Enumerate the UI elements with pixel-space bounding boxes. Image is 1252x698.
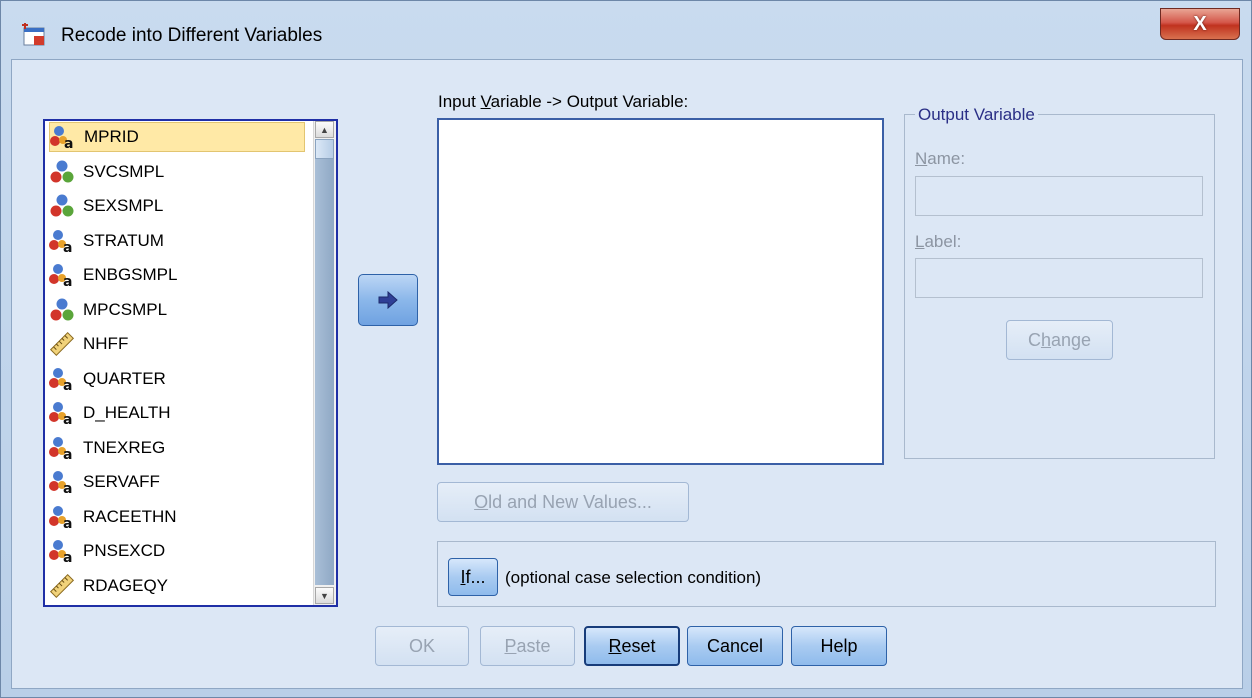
close-button[interactable]: X [1160,8,1240,40]
svg-text:a: a [63,274,72,288]
variable-name: RACEETHN [83,506,177,526]
scale-variable-icon [49,573,75,598]
variable-name: RDAGEQY [83,575,169,595]
variable-list-item[interactable]: SVCSMPL [49,157,305,187]
variable-list-item[interactable]: SEXSMPL [49,191,305,221]
mapping-list-label: Input Variable -> Output Variable: [438,92,689,111]
vertical-scrollbar[interactable]: ▲ ▼ [313,121,336,605]
variable-list-item[interactable]: MPCSMPL [49,295,305,325]
variable-name: STRATUM [83,230,164,250]
title-bar[interactable]: Recode into Different Variables X [1,1,1251,59]
nominal-string-variable-icon: a [49,436,72,461]
scroll-thumb[interactable] [315,139,334,159]
nominal-string-variable-icon: a [49,402,72,426]
nominal-string-variable-icon: a [49,505,72,530]
help-button[interactable]: Help [791,626,887,666]
svg-text:a: a [64,136,73,150]
label-label: Label: [915,232,962,251]
variable-list-item[interactable]: a QUARTER [49,364,305,394]
input-output-mapping-list[interactable] [437,118,884,465]
variable-name: SERVAFF [83,472,160,491]
variable-name: MPCSMPL [83,299,168,319]
variable-list-item[interactable]: a ENBGSMPL [49,260,305,290]
if-button[interactable]: If... [448,558,498,596]
variable-list-item[interactable]: a D_HEALTH [49,398,305,428]
variable-name: QUARTER [83,368,166,388]
scale-variable-icon [49,331,75,357]
nominal-string-variable-icon: a [49,264,72,288]
svg-text:a: a [63,481,72,495]
nominal-string-variable-icon: a [49,540,72,564]
svg-text:a: a [63,550,72,564]
source-variable-list[interactable]: RDAGEQY a PNSEXCD a RACEETHN a SERVAFF a TNEXREG… [43,119,338,607]
variable-name: SVCSMPL [83,161,165,181]
variable-name: NHFF [83,334,129,353]
nominal-string-variable-icon: a [50,126,73,150]
window-title: Recode into Different Variables [61,25,323,46]
svg-text:a: a [63,447,72,461]
variable-name: D_HEALTH [83,403,171,422]
reset-button[interactable]: Reset [584,626,680,666]
close-icon: X [1193,12,1207,35]
nominal-string-variable-icon: a [49,471,72,495]
nominal-variable-icon [50,298,74,320]
svg-text:a: a [63,378,72,392]
nominal-variable-icon [50,160,74,182]
variable-name: PNSEXCD [83,541,166,560]
dialog-window: Recode into Different Variables X RDAGEQ… [0,0,1252,698]
output-name-field[interactable] [915,176,1203,216]
arrow-right-icon [378,291,398,309]
arrow-up-icon: ▲ [320,124,329,135]
nominal-string-variable-icon: a [49,229,72,254]
spss-recode-icon [22,23,45,46]
old-and-new-values-button[interactable]: Old and New Values... [437,482,689,522]
variable-name: TNEXREG [83,437,166,457]
change-button[interactable]: Ch ange [1006,320,1113,360]
variable-list-item[interactable]: a SERVAFF [49,467,305,497]
scroll-down-button[interactable]: ▼ [315,587,334,604]
cancel-button[interactable]: Cancel [687,626,783,666]
variable-list-item[interactable]: NHFF [49,329,305,359]
scroll-up-button[interactable]: ▲ [315,121,334,138]
output-variable-group-title: Output Variable [915,105,1038,125]
variable-list-item[interactable]: a MPRID [49,122,305,152]
scroll-track[interactable] [315,159,334,585]
move-variable-button[interactable] [358,274,418,326]
nominal-string-variable-icon: a [49,367,72,392]
output-label-field[interactable] [915,258,1203,298]
paste-button[interactable]: Paste [480,626,575,666]
variable-list-item[interactable]: a RACEETHN [49,502,305,532]
variable-list-item[interactable]: a TNEXREG [49,433,305,463]
variable-list-item[interactable]: a PNSEXCD [49,536,305,566]
variable-list-item[interactable]: RDAGEQY [49,571,305,601]
svg-text:a: a [63,412,72,426]
svg-text:a: a [63,516,72,530]
variable-name: SEXSMPL [83,196,164,215]
arrow-down-icon: ▼ [320,590,329,601]
ok-button[interactable]: OK [375,626,469,666]
variable-name: ENBGSMPL [83,265,178,284]
svg-text:a: a [63,240,72,254]
case-selection-description: (optional case selection condition) [505,568,762,587]
nominal-variable-icon [50,194,74,217]
name-label: Name: [915,149,966,168]
variable-name: MPRID [84,127,139,146]
variable-list-item[interactable]: a STRATUM [49,226,305,256]
